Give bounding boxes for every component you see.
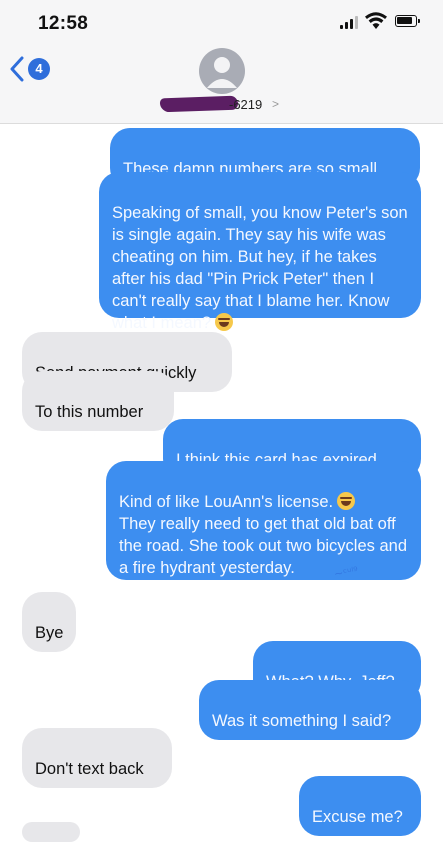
message-bubble-incoming: To this number xyxy=(22,371,174,431)
message-bubble-outgoing: Kind of like LouAnn's license. They real… xyxy=(106,461,421,580)
status-time: 12:58 xyxy=(38,13,89,34)
message-text: Speaking of small, you know Peter's son … xyxy=(112,204,408,332)
message-bubble-outgoing: Was it something I said? xyxy=(199,680,421,740)
laughing-tears-emoji xyxy=(337,492,356,510)
message-bubble-incoming xyxy=(22,822,80,842)
laughing-tears-emoji xyxy=(215,313,234,331)
contact-number[interactable]: -6219 xyxy=(229,97,262,112)
back-button[interactable]: 4 xyxy=(10,56,50,86)
message-bubble-incoming: Don't text back xyxy=(22,728,172,788)
contact-details-chevron-icon[interactable]: > xyxy=(272,97,279,111)
contact-avatar-icon[interactable] xyxy=(199,48,245,94)
status-bar: 12:58 xyxy=(0,0,443,40)
message-bubble-outgoing: Speaking of small, you know Peter's son … xyxy=(99,172,421,332)
wifi-icon xyxy=(365,12,387,29)
message-bubble-outgoing: Excuse me? xyxy=(299,776,421,836)
conversation-header: 4 -6219 > xyxy=(0,40,443,124)
back-chevron-icon xyxy=(10,56,24,82)
message-text: Was it something I said? xyxy=(212,712,392,730)
signal-icon xyxy=(340,16,358,29)
message-text: They really need to get that old bat off… xyxy=(119,515,408,577)
battery-icon xyxy=(395,15,420,27)
message-bubble-incoming: Bye xyxy=(22,592,76,652)
message-text: Kind of like LouAnn's license. xyxy=(119,493,334,511)
unread-count-badge: 4 xyxy=(28,58,50,80)
message-text: To this number xyxy=(35,403,144,421)
message-text: Don't text back xyxy=(35,760,144,778)
redaction-mark xyxy=(159,95,239,113)
message-text: Bye xyxy=(35,624,64,642)
message-text: Excuse me? xyxy=(312,808,403,826)
